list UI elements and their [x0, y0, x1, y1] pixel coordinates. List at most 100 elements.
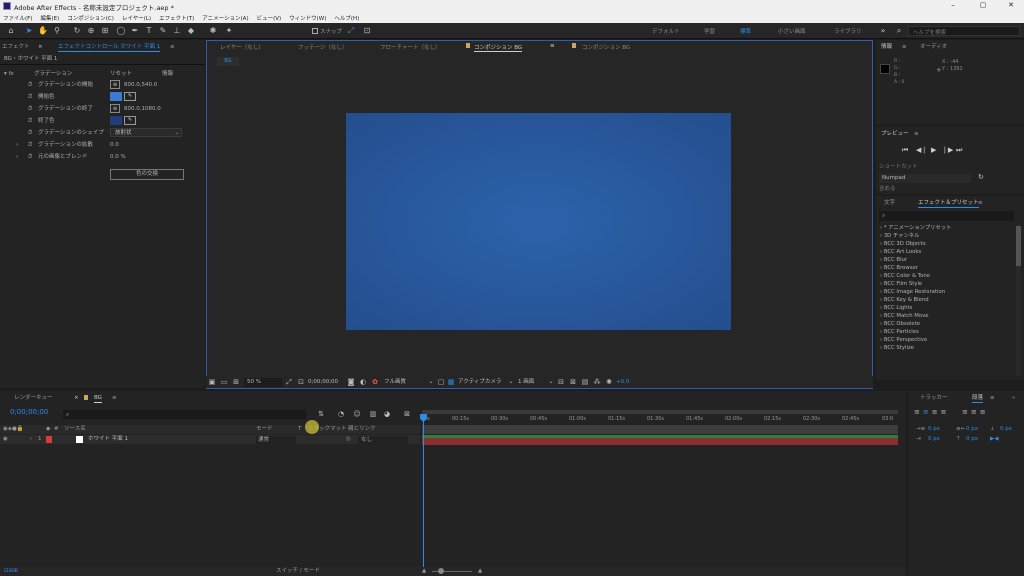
rotate-tool-icon[interactable]: ↻ — [72, 26, 82, 36]
timeline-icon[interactable]: ▤ — [580, 377, 590, 387]
shape-dropdown[interactable]: 放射状 ⌄ — [110, 128, 182, 137]
tab-paragraph[interactable]: 段落 — [972, 393, 984, 403]
first-line-indent-value[interactable]: 0 px — [928, 434, 940, 444]
list-item[interactable]: › BCC Color & Tone — [880, 272, 1014, 280]
flowchart-icon[interactable]: ⁂ — [592, 377, 602, 387]
align-left-icon[interactable]: ≡≡≡≡ — [914, 408, 949, 416]
views-dropdown[interactable]: 1 画面 — [518, 378, 546, 387]
menu-file[interactable]: ファイル(F) — [3, 14, 32, 22]
tab-effects-presets[interactable]: エフェクト＆プリセット — [918, 198, 979, 208]
effect-controls-tab[interactable]: エフェクトコントロール ホワイト 平面 1 — [58, 42, 161, 52]
indent-left-value[interactable]: 0 px — [928, 424, 940, 434]
pen-tool-icon[interactable]: ✒ — [130, 26, 140, 36]
list-item[interactable]: › 3D チャンネル — [880, 232, 1014, 240]
layer-duration-bar[interactable] — [422, 438, 898, 445]
resolution-dropdown[interactable]: フル画質 — [384, 378, 428, 387]
brush-tool-icon[interactable]: ✎ — [158, 26, 168, 36]
eyedropper-icon[interactable]: ✎ — [124, 116, 136, 125]
show-snapshot-icon[interactable]: ◐ — [358, 377, 368, 387]
work-area-bar[interactable] — [422, 410, 898, 414]
panel-menu-icon[interactable]: ≡ — [990, 393, 995, 403]
viewer-timecode[interactable]: 0;00;00;00 — [308, 378, 344, 387]
parent-dropdown[interactable]: なし — [358, 436, 408, 444]
camera-snapshot-icon[interactable]: ◙ — [346, 377, 356, 387]
panel-menu-icon[interactable]: ≡ — [914, 129, 919, 139]
more-panels-icon[interactable]: » — [1012, 393, 1015, 403]
close-button[interactable]: ✕ — [998, 1, 1024, 12]
about-link[interactable]: 情報 — [162, 69, 173, 79]
tab-character[interactable]: 文字 — [884, 198, 895, 208]
menu-help[interactable]: ヘルプ(H) — [334, 14, 359, 22]
list-item[interactable]: › BCC Stylize — [880, 344, 1014, 352]
fast-preview-icon[interactable]: ⊠ — [568, 377, 578, 387]
space-after-value[interactable]: 0 px — [1000, 424, 1012, 434]
start-color-swatch[interactable] — [110, 92, 122, 101]
effects-tab[interactable]: エフェクト — [2, 42, 30, 52]
workspace-small-screen[interactable]: 小さい画面 — [778, 27, 806, 35]
expand-arrow-icon[interactable]: › — [16, 140, 18, 150]
list-item[interactable]: › BCC Perspective — [880, 336, 1014, 344]
effects-search-input[interactable]: ⌕ — [879, 211, 1014, 221]
home-icon[interactable]: ⌂ — [6, 26, 16, 36]
blend-mode-dropdown[interactable]: 通常 — [256, 436, 296, 444]
end-color-swatch[interactable] — [110, 116, 122, 125]
search-help-icon[interactable]: ⌕ — [894, 26, 904, 36]
first-frame-icon[interactable]: ⏮ — [902, 146, 908, 155]
shortcut-dropdown[interactable]: Numpad — [879, 174, 971, 183]
ellipse-tool-icon[interactable]: ◯ — [116, 26, 126, 36]
col-mode[interactable]: モード — [256, 425, 273, 435]
workspace-default[interactable]: デフォルト — [652, 27, 680, 35]
tab-info[interactable]: 情報 — [881, 42, 892, 52]
list-item[interactable]: › BCC Particles — [880, 328, 1014, 336]
draft-3d-icon[interactable]: ◔ — [336, 409, 346, 419]
snap-checkbox[interactable] — [312, 28, 318, 34]
menu-layer[interactable]: レイヤー(L) — [122, 14, 151, 22]
zoom-tool-icon[interactable]: ⚲ — [52, 26, 62, 36]
grid-icon[interactable]: ⊡ — [296, 377, 306, 387]
zoom-out-icon[interactable]: ▲ — [422, 566, 426, 576]
loop-icon[interactable]: ↻ — [978, 173, 984, 181]
composition-canvas[interactable] — [346, 113, 731, 330]
layer-name[interactable]: ホワイト 平面 1 — [88, 435, 128, 445]
menu-edit[interactable]: 編集(E) — [40, 14, 59, 22]
tab-footage[interactable]: フッテージ（なし） — [298, 43, 347, 51]
list-item[interactable]: › BCC Blur — [880, 256, 1014, 264]
tab-flowchart[interactable]: フローチャート（なし） — [380, 43, 440, 51]
list-item[interactable]: › BCC Match Move — [880, 312, 1014, 320]
eraser-tool-icon[interactable]: ◆ — [186, 26, 196, 36]
stopwatch-icon[interactable]: ⏱ — [28, 92, 32, 102]
exposure-icon[interactable]: ✺ — [604, 377, 614, 387]
exposure-value[interactable]: +0.0 — [616, 378, 629, 387]
close-panel-icon[interactable]: × — [38, 42, 43, 52]
param-value[interactable]: 800.0,540.0 — [124, 80, 157, 90]
list-item[interactable]: › BCC Browser — [880, 264, 1014, 272]
param-value[interactable]: 0.0 — [110, 140, 119, 150]
tab-audio[interactable]: オーディオ — [920, 42, 947, 52]
motion-blur-icon[interactable]: ◕ — [382, 409, 392, 419]
workspace-standard[interactable]: 標準 — [740, 27, 751, 35]
menu-window[interactable]: ウィンドウ(W) — [289, 14, 326, 22]
puppet-tool-icon[interactable]: ✦ — [224, 26, 234, 36]
snapshot-fit-icon[interactable]: ⤢ — [284, 377, 294, 387]
layer-label-color[interactable] — [46, 436, 52, 443]
pickwhip-icon[interactable]: ◎ — [346, 435, 351, 445]
panel-menu-icon[interactable]: ≡ — [902, 42, 907, 52]
maximize-button[interactable]: ▢ — [970, 1, 996, 12]
text-direction-icon[interactable]: ▶◀ — [990, 434, 998, 444]
comp-breadcrumb[interactable]: BG — [217, 57, 239, 66]
menu-composition[interactable]: コンポジション(C) — [67, 14, 114, 22]
type-tool-icon[interactable]: T — [144, 26, 154, 36]
tab-tracker[interactable]: トラッカー — [920, 393, 948, 403]
roto-brush-tool-icon[interactable]: ✱ — [208, 26, 218, 36]
camera-dropdown[interactable]: アクティブカメラ — [458, 378, 508, 387]
stopwatch-icon[interactable]: ⏱ — [28, 116, 32, 126]
menu-animation[interactable]: アニメーション(A) — [202, 14, 248, 22]
col-parent-link[interactable]: 親とリンク — [348, 425, 376, 435]
roi-icon[interactable]: ▢ — [436, 377, 446, 387]
expand-arrow-icon[interactable]: › — [30, 435, 32, 445]
list-item[interactable]: › BCC 3D Objects — [880, 240, 1014, 248]
eye-icon[interactable]: ◉ — [3, 435, 8, 445]
graph-editor-icon[interactable]: ⊠ — [402, 409, 412, 419]
region-icon[interactable]: ⊞ — [231, 377, 241, 387]
swap-colors-button[interactable]: 色の交換 — [110, 169, 184, 180]
